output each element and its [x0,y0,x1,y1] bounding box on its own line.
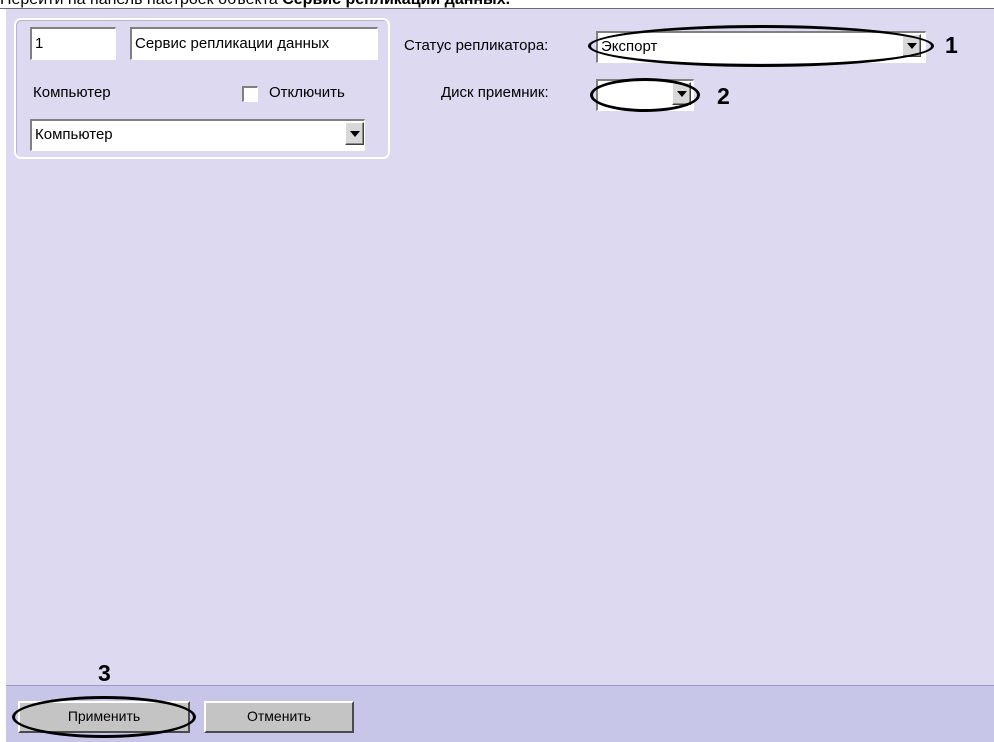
replicator-status-label: Статус репликатора: [404,37,549,54]
callout-1: 1 [945,32,958,58]
caption-object-name: Сервис репликации данных. [282,0,510,8]
object-name-field[interactable]: Сервис репликации данных [130,27,378,60]
apply-button[interactable]: Применить [18,701,190,733]
chevron-down-icon[interactable] [345,122,364,145]
disable-label[interactable]: Отключить [269,84,345,101]
computer-select[interactable]: Компьютер [30,119,365,151]
object-id-field[interactable]: 1 [30,27,116,60]
caption-prefix: Перейти на панель настроек объекта [0,0,282,8]
replicator-status-select[interactable]: Экспорт [596,31,926,63]
disable-checkbox[interactable] [242,86,258,102]
cancel-button[interactable]: Отменить [204,701,354,733]
target-disk-select[interactable] [596,79,694,111]
target-disk-label: Диск приемник: [441,84,549,101]
computer-select-value[interactable]: Компьютер [30,119,365,151]
chevron-down-icon[interactable] [672,82,691,105]
computer-label: Компьютер [33,84,111,101]
chevron-down-icon[interactable] [902,34,921,57]
replicator-status-value[interactable]: Экспорт [596,31,926,63]
callout-2: 2 [717,83,730,109]
callout-3: 3 [98,660,111,686]
